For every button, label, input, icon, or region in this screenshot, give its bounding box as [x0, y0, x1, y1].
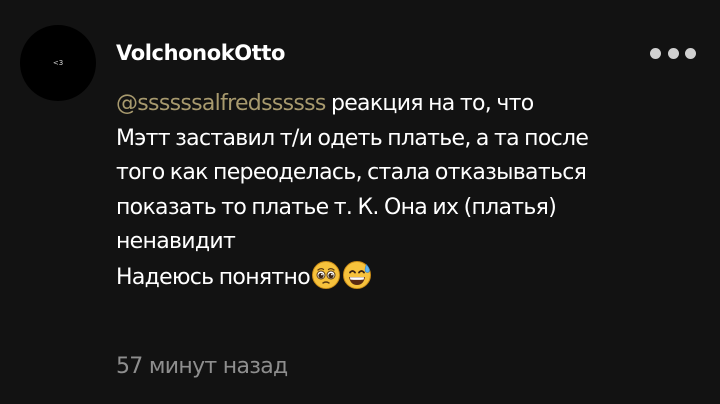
- pleading-face-emoji-icon: [311, 260, 341, 290]
- more-dots-icon: [650, 47, 661, 59]
- comment-line: показать то платье т. К. Она их (платья): [116, 194, 557, 220]
- user-mention-link[interactable]: @ssssssalfredssssss: [116, 91, 326, 116]
- comment-line: того как переоделась, стала отказываться: [116, 160, 587, 185]
- grinning-sweat-emoji-icon: [342, 260, 372, 290]
- comment-line: @ssssssalfredssssss реакция на то, что: [116, 87, 706, 122]
- comment-username[interactable]: VolchonokOtto: [116, 38, 285, 68]
- comment-card: <3 VolchonokOtto @ssssssalfredssssss реа…: [0, 0, 720, 404]
- more-dots-icon: [685, 47, 696, 59]
- comment-body: @ssssssalfredssssss реакция на то, что М…: [116, 87, 706, 295]
- comment-line: ненавидит: [116, 229, 236, 254]
- comment-line: Мэтт заставил т/и одеть платье, а та пос…: [116, 125, 589, 151]
- avatar-label: <3: [52, 58, 64, 67]
- comment-text: Надеюсь понятно: [116, 264, 311, 290]
- more-dots-icon: [667, 47, 679, 59]
- more-options-button[interactable]: [650, 42, 696, 64]
- comment-text: реакция на то, что: [325, 91, 534, 116]
- comment-timestamp: 57 минут назад: [116, 354, 288, 379]
- avatar[interactable]: <3: [20, 25, 96, 101]
- comment-line: Надеюсь понятно: [116, 260, 706, 296]
